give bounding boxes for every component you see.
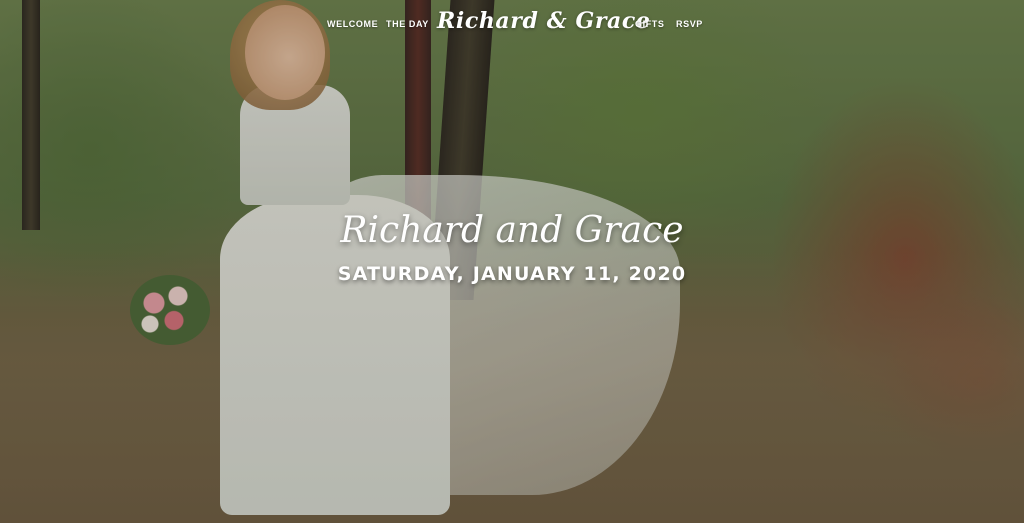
- nav-the-day[interactable]: THE DAY: [386, 19, 429, 29]
- hero-date: SATURDAY, JANUARY 11, 2020: [337, 263, 687, 285]
- top-navigation: WELCOME THE DAY Richard & Grace GIFTS RS…: [0, 0, 1024, 48]
- nav-gifts[interactable]: GIFTS: [635, 19, 665, 29]
- photo-overlay: [0, 0, 1024, 523]
- nav-rsvp[interactable]: RSVP: [676, 19, 703, 29]
- nav-welcome[interactable]: WELCOME: [327, 19, 378, 29]
- hero-background: WELCOME THE DAY Richard & Grace GIFTS RS…: [0, 0, 1024, 523]
- brand-logo[interactable]: Richard & Grace: [437, 8, 650, 34]
- hero-title: Richard and Grace: [340, 210, 684, 251]
